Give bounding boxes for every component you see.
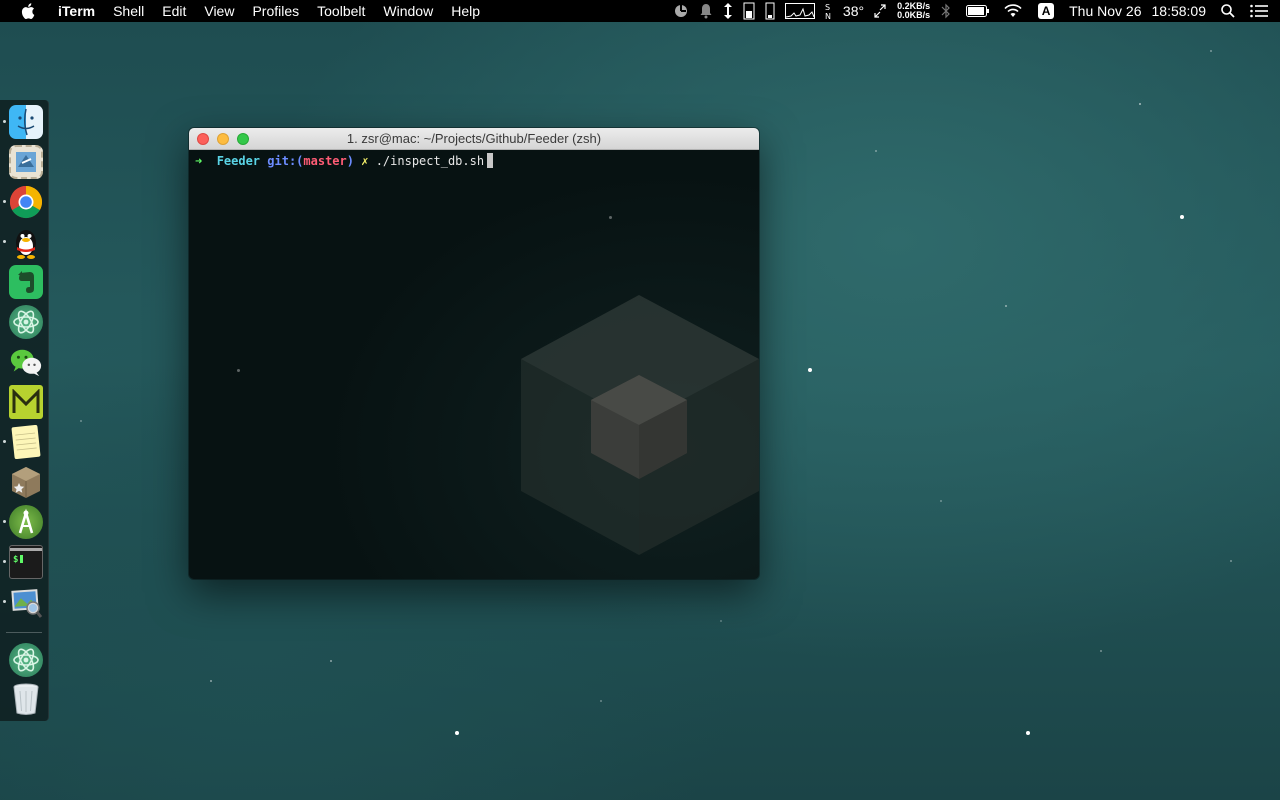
finder-icon[interactable]	[9, 105, 43, 139]
notes-icon[interactable]	[9, 425, 43, 459]
running-indicator	[3, 600, 6, 603]
star	[1100, 650, 1102, 652]
apple-icon[interactable]	[17, 0, 39, 22]
svg-text:$: $	[13, 555, 18, 565]
evernote-icon[interactable]	[9, 265, 43, 299]
star	[1230, 560, 1232, 562]
star	[875, 150, 877, 152]
star	[609, 216, 612, 219]
terminal-icon[interactable]: $	[9, 545, 43, 579]
running-indicator	[3, 440, 6, 443]
menu-edit[interactable]: Edit	[153, 0, 195, 22]
star	[808, 368, 812, 372]
status-area: SN 38° 0.2KB/s 0.0KB/s A Thu Nov 26 18:5…	[668, 0, 1280, 22]
prompt-dirty-mark: ✗	[361, 154, 369, 168]
running-indicator	[3, 120, 6, 123]
prompt-git-suffix: )	[346, 154, 354, 168]
input-source-indicator[interactable]: A	[1038, 3, 1055, 19]
star	[455, 731, 459, 735]
svg-text:N: N	[825, 12, 831, 20]
memory-icon[interactable]	[743, 2, 755, 20]
command-text: ./inspect_db.sh	[375, 154, 485, 168]
terminal-content[interactable]: ➜ Feeder git:(master) ✗ ./inspect_db.sh	[189, 150, 759, 579]
net-down: 0.0KB/s	[897, 10, 931, 20]
notification-bell-icon[interactable]	[699, 3, 713, 19]
menu-app-name[interactable]: iTerm	[49, 0, 104, 22]
date-label[interactable]: Thu Nov 26	[1069, 3, 1141, 19]
star	[1005, 305, 1007, 307]
star	[237, 369, 240, 372]
android-studio-icon[interactable]	[9, 505, 43, 539]
menu-toolbelt[interactable]: Toolbelt	[308, 0, 374, 22]
svg-text:S: S	[825, 3, 830, 12]
prompt-arrow: ➜	[195, 154, 203, 168]
cpu-graph-icon[interactable]	[784, 3, 815, 19]
bluetooth-icon[interactable]	[941, 3, 951, 19]
menu-help[interactable]: Help	[442, 0, 489, 22]
package-icon[interactable]	[9, 465, 43, 499]
running-indicator	[3, 560, 6, 563]
text-cursor	[487, 153, 494, 168]
time-label[interactable]: 18:58:09	[1152, 3, 1207, 19]
running-indicator	[3, 200, 6, 203]
preview-icon[interactable]	[9, 585, 43, 619]
menu-window[interactable]: Window	[374, 0, 442, 22]
atom-download-icon[interactable]	[9, 643, 43, 677]
cube-background-icon	[521, 295, 759, 555]
prompt-line: ➜ Feeder git:(master) ✗ ./inspect_db.sh	[195, 153, 494, 169]
prompt-git-prefix: git:(	[267, 154, 304, 168]
iterm-window: 1. zsr@mac: ~/Projects/Github/Feeder (zs…	[189, 128, 759, 579]
star	[1139, 103, 1141, 105]
star	[330, 660, 332, 662]
input-source-letter: A	[1038, 3, 1055, 19]
dock-separator	[6, 632, 42, 633]
menu-shell[interactable]: Shell	[104, 0, 153, 22]
menu-profiles[interactable]: Profiles	[243, 0, 308, 22]
battery-icon[interactable]	[966, 5, 990, 17]
expand-icon[interactable]	[874, 4, 886, 18]
star	[600, 700, 602, 702]
cpu-monitor-icon[interactable]	[673, 3, 689, 19]
qq-penguin-icon[interactable]	[9, 225, 43, 259]
network-speed[interactable]: 0.2KB/s 0.0KB/s	[897, 2, 930, 20]
star	[1180, 215, 1184, 219]
wechat-icon[interactable]	[9, 345, 43, 379]
spotlight-search-icon[interactable]	[1221, 4, 1235, 18]
menu-bar: iTerm Shell Edit View Profiles Toolbelt …	[0, 0, 1280, 22]
mindnode-icon[interactable]	[9, 385, 43, 419]
star	[210, 680, 212, 682]
notification-center-icon[interactable]	[1250, 4, 1268, 18]
menu-view[interactable]: View	[195, 0, 243, 22]
disk-icon[interactable]	[765, 2, 775, 20]
star	[1026, 731, 1030, 735]
sensor-icon[interactable]: SN	[825, 2, 833, 20]
temperature-readout[interactable]: 38°	[843, 3, 864, 19]
window-title: 1. zsr@mac: ~/Projects/Github/Feeder (zs…	[346, 131, 602, 146]
prompt-directory: Feeder	[216, 154, 261, 168]
star	[720, 620, 722, 622]
running-indicator	[3, 240, 6, 243]
prompt-git-branch: master	[303, 154, 347, 168]
trash-icon[interactable]	[9, 682, 43, 716]
dock: $	[0, 100, 49, 721]
star	[1210, 50, 1212, 52]
wifi-icon[interactable]	[1003, 4, 1023, 18]
arrows-icon[interactable]	[723, 3, 733, 19]
mail-stamp-icon[interactable]	[9, 145, 43, 179]
star	[80, 420, 82, 422]
window-titlebar[interactable]: 1. zsr@mac: ~/Projects/Github/Feeder (zs…	[189, 128, 759, 150]
atom-icon[interactable]	[9, 305, 43, 339]
running-indicator	[3, 520, 6, 523]
star	[940, 500, 942, 502]
chrome-icon[interactable]	[9, 185, 43, 219]
